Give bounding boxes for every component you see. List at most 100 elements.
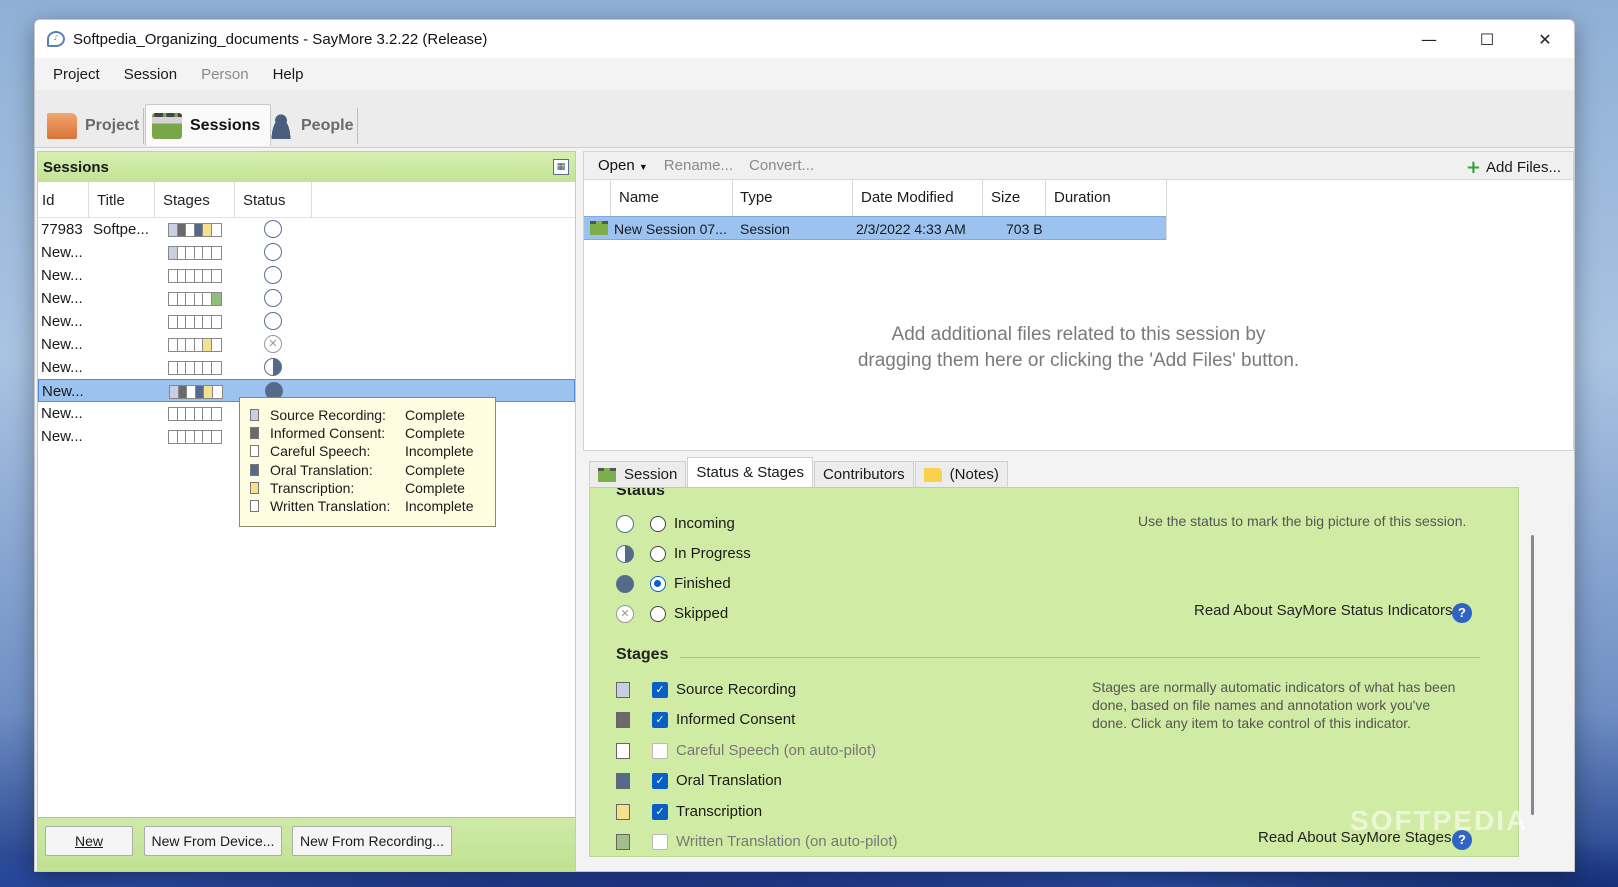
stage-checkbox-label: Source Recording [676,681,797,698]
column-header-duration[interactable]: Duration [1054,189,1111,206]
tab-contributors-label: Contributors [822,466,905,483]
table-row[interactable]: New... [38,310,575,333]
stage-checkbox[interactable]: ✓ [652,803,668,820]
column-header-date-modified[interactable]: Date Modified [861,189,954,206]
files-toolbar: Open ▼ Rename... Convert... + Add Files.… [584,152,1573,180]
tooltip-stage-label: Source Recording: [270,407,386,423]
table-row[interactable]: 77983 Softpe... [38,218,575,241]
tab-sessions-label: Sessions [190,116,261,134]
stage-cell [211,293,221,305]
stage-checkbox[interactable]: ✓ [652,712,668,729]
status-radio[interactable] [650,576,666,592]
stage-checkbox[interactable]: ✓ [652,773,668,790]
stage-cell [169,247,178,259]
detail-scrollbar[interactable] [1531,535,1534,815]
table-row[interactable]: New... [38,264,575,287]
tooltip-stage-value: Incomplete [405,443,474,460]
session-title: Softpe... [93,221,149,238]
help-question-icon[interactable]: ? [1452,603,1472,623]
status-skipped-icon: ✕ [616,605,634,623]
stage-cell [203,362,212,374]
convert-button[interactable]: Convert... [741,157,822,174]
new-from-recording-button[interactable]: New From Recording... [292,826,452,856]
column-header-name[interactable]: Name [619,189,659,206]
session-id: New... [42,383,84,400]
stage-cell [203,247,212,259]
menu-session[interactable]: Session [112,66,189,83]
status-radio[interactable] [650,546,666,562]
stage-cell [169,431,178,443]
table-row[interactable]: New... ✕ [38,333,575,356]
menu-project[interactable]: Project [41,66,112,83]
menu-person[interactable]: Person [189,66,261,83]
dropdown-arrow-icon: ▼ [638,162,648,172]
tab-project-label: Project [85,117,140,134]
session-id: New... [41,313,83,330]
session-id: New... [41,359,83,376]
file-type: Session [740,221,790,237]
column-header-title[interactable]: Title [97,192,125,209]
sessions-header-label: Sessions [43,158,109,176]
status-incoming-icon [616,515,634,533]
stage-checkbox[interactable] [652,742,668,759]
clapperboard-icon [152,112,182,139]
stage-cell [194,431,204,443]
column-header-stages[interactable]: Stages [163,192,210,209]
tab-people[interactable]: People [263,108,363,144]
stage-checkbox[interactable]: ✓ [652,682,668,698]
stage-cell [212,386,222,398]
stage-cell [203,431,212,443]
stages-indicator [168,269,222,283]
stages-indicator [168,315,222,329]
stage-cell [177,431,187,443]
tab-sessions[interactable]: Sessions [145,104,272,146]
add-files-button[interactable]: + Add Files... [1466,157,1561,178]
file-row[interactable]: New Session 07... Session 2/3/2022 4:33 … [584,216,1166,240]
minimize-button[interactable]: — [1400,20,1458,58]
new-from-device-button[interactable]: New From Device... [144,826,282,856]
tab-session[interactable]: Session [589,461,687,487]
column-header-type[interactable]: Type [740,189,773,206]
new-from-recording-label: New From Recording... [300,833,444,849]
open-menu[interactable]: Open ▼ [584,157,656,174]
tab-status-stages[interactable]: Status & Stages [687,457,813,487]
table-row[interactable]: New... [38,241,575,264]
drop-hint-line1: Add additional files related to this ses… [891,324,1266,345]
status-incoming-icon [264,289,282,307]
stage-cell [186,224,195,236]
file-size: 703 B [1006,221,1043,237]
status-finished-icon [616,575,634,593]
status-radio[interactable] [650,516,666,532]
table-row[interactable]: New... [38,287,575,310]
column-header-id[interactable]: Id [42,192,55,209]
stage-cell [169,408,178,420]
stage-checkbox[interactable] [652,834,668,850]
stage-cell [177,224,187,236]
new-session-button[interactable]: New [45,826,133,856]
status-radio-label: Skipped [674,605,729,622]
tab-notes[interactable]: (Notes) [914,461,1008,487]
column-chooser-icon[interactable]: ▦ [553,159,569,175]
open-menu-label: Open [598,157,635,174]
column-header-size[interactable]: Size [991,189,1020,206]
sessions-header: Sessions ▦ [38,152,575,182]
close-button[interactable]: ✕ [1516,20,1574,58]
tab-contributors[interactable]: Contributors [813,461,914,487]
table-row[interactable]: New... [38,356,575,379]
stage-cell [186,408,195,420]
status-help-link[interactable]: Read About SayMore Status Indicators [1194,602,1452,619]
column-header-status[interactable]: Status [243,192,286,209]
session-id: New... [41,244,83,261]
maximize-button[interactable]: ☐ [1458,20,1516,58]
tab-project[interactable]: Project [41,108,149,144]
stage-cell [203,270,212,282]
status-radio[interactable] [650,606,666,622]
menu-help[interactable]: Help [261,66,316,83]
tab-session-label: Session [624,466,678,483]
stage-color-swatch [616,712,630,729]
stage-cell [169,293,178,305]
tab-people-label: People [301,117,354,134]
rename-button[interactable]: Rename... [656,157,741,174]
stage-color-swatch [250,463,259,476]
column-separator [311,182,312,218]
